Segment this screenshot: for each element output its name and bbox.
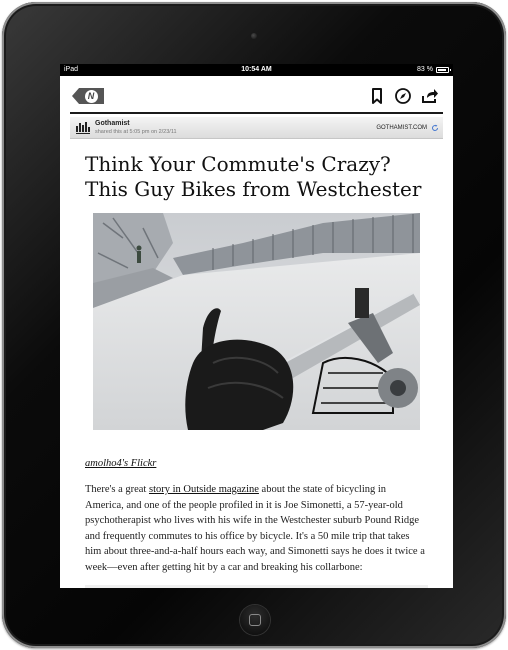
article-title: Think Your Commute's Crazy? This Guy Bik… xyxy=(85,152,422,201)
toolbar-divider xyxy=(70,112,443,114)
status-bar: iPad 10:54 AM 83 % xyxy=(60,64,453,76)
article-paragraph: There's a great story in Outside magazin… xyxy=(85,482,425,576)
battery-icon xyxy=(436,67,451,73)
article-photo[interactable] xyxy=(93,213,420,430)
front-camera xyxy=(251,33,257,39)
share-icon[interactable] xyxy=(421,87,439,105)
compass-icon[interactable] xyxy=(394,87,412,105)
ipad-device-frame: iPad 10:54 AM 83 % N Gothamist shared th… xyxy=(2,2,506,648)
battery-status: 83 % xyxy=(417,64,451,76)
quote-block xyxy=(85,584,428,588)
clock: 10:54 AM xyxy=(241,66,272,73)
shared-timestamp: shared this at 5:05 pm on 2/23/11 xyxy=(95,129,177,135)
source-domain-link[interactable]: GOTHAMIST.COM xyxy=(376,125,427,131)
source-name[interactable]: Gothamist xyxy=(95,120,130,127)
reader-toolbar: N xyxy=(60,76,453,112)
gothamist-logo xyxy=(76,122,90,134)
outside-magazine-link[interactable]: story in Outside magazine xyxy=(149,484,259,495)
app-logo: N xyxy=(84,89,98,103)
home-button[interactable] xyxy=(240,605,270,635)
back-button[interactable]: N xyxy=(72,88,104,104)
paragraph-text-start: There's a great xyxy=(85,484,149,495)
app-screen: iPad 10:54 AM 83 % N Gothamist shared th… xyxy=(60,64,453,588)
home-square-icon xyxy=(249,614,261,626)
photo-credit-link[interactable]: amolho4's Flickr xyxy=(85,458,428,469)
bookmark-icon[interactable] xyxy=(368,87,386,105)
refresh-icon[interactable] xyxy=(431,124,439,132)
battery-percent: 83 % xyxy=(417,66,433,73)
source-bar[interactable]: Gothamist shared this at 5:05 pm on 2/23… xyxy=(70,117,443,139)
article-body: Think Your Commute's Crazy? This Guy Bik… xyxy=(60,152,453,588)
paragraph-text-rest: about the state of bicycling in America,… xyxy=(85,484,425,573)
